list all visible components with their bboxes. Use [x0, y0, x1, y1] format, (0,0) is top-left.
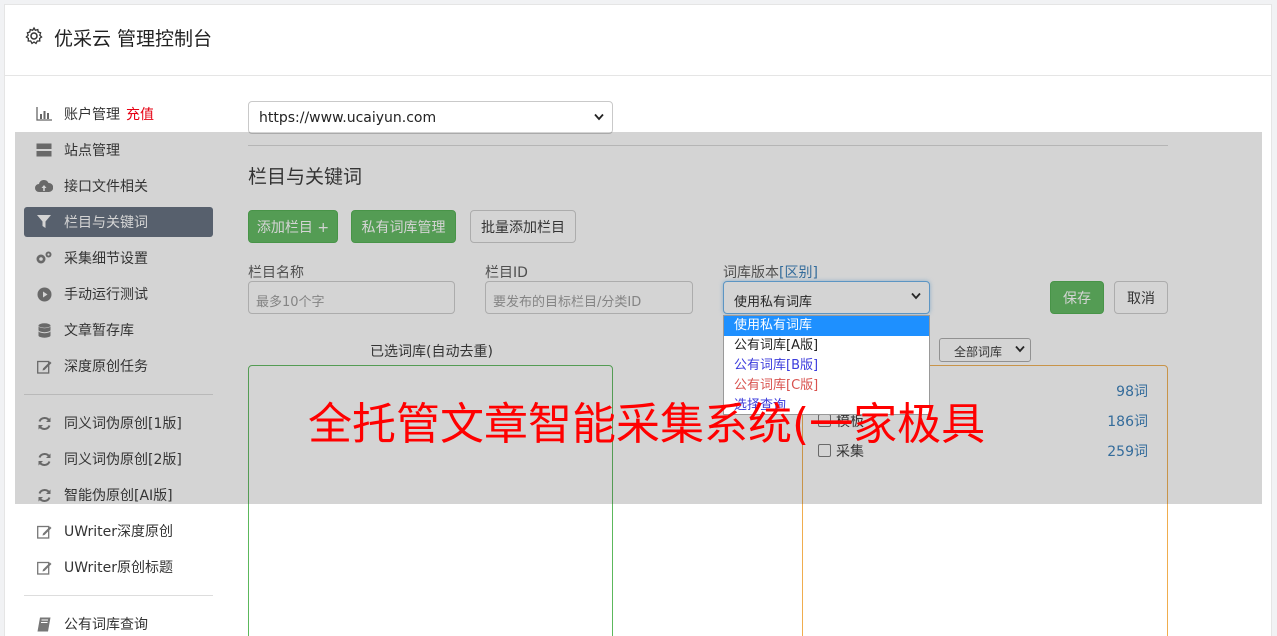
sidebar-item-label: 手动运行测试 [64, 287, 148, 303]
sidebar-item-deep-original[interactable]: 深度原创任务 [24, 351, 213, 381]
lib-version-select[interactable]: 使用私有词库 [723, 281, 930, 314]
section-divider [248, 145, 1168, 146]
edit-icon [35, 522, 53, 540]
sidebar-item-label: 栏目与关键词 [64, 215, 148, 231]
page-title: 优采云 管理控制台 [54, 28, 213, 50]
page-header: 优采云 管理控制台 [4, 4, 1272, 76]
sidebar-item-columns[interactable]: 栏目与关键词 [24, 207, 213, 237]
batch-add-button[interactable]: 批量添加栏目 [470, 210, 576, 243]
promo-banner-text: 全托管文章智能采集系统(一家极具 [308, 399, 986, 450]
column-id-input[interactable]: 要发布的目标栏目/分类ID [485, 281, 693, 314]
sidebar-item-public-lib[interactable]: 公有词库查询 [24, 609, 213, 636]
gear-icon [25, 26, 43, 45]
column-name-input[interactable]: 最多10个字 [248, 281, 455, 314]
refresh-icon [35, 450, 53, 468]
sidebar-item-synonym-v1[interactable]: 同义词伪原创[1版] [24, 408, 213, 438]
edit-icon [35, 558, 53, 576]
save-button[interactable]: 保存 [1050, 281, 1104, 314]
sidebar-item-sites[interactable]: 站点管理 [24, 135, 213, 165]
lib-version-label-text: 词库版本 [723, 265, 779, 281]
sidebar-item-label: 深度原创任务 [64, 359, 148, 375]
server-icon [35, 141, 53, 159]
refresh-icon [35, 486, 53, 504]
sidebar-item-crawl-settings[interactable]: 采集细节设置 [24, 243, 213, 273]
chevron-down-icon [1015, 345, 1025, 353]
refresh-icon [35, 414, 53, 432]
sidebar-item-article-store[interactable]: 文章暂存库 [24, 315, 213, 345]
sidebar-item-label: 文章暂存库 [64, 323, 134, 339]
lib-version-label: 词库版本[区别] [723, 262, 818, 282]
column-name-label: 栏目名称 [248, 265, 304, 281]
lib-version-value: 使用私有词库 [734, 295, 813, 310]
sidebar-item-uwriter-title[interactable]: UWriter原创标题 [24, 552, 213, 582]
sidebar-item-uwriter-deep[interactable]: UWriter深度原创 [24, 516, 213, 546]
sidebar-item-label: 账户管理 [64, 107, 120, 123]
sidebar-item-synonym-v2[interactable]: 同义词伪原创[2版] [24, 444, 213, 474]
sidebar-item-label: 站点管理 [64, 143, 120, 159]
sidebar-item-label: 同义词伪原创[1版] [64, 416, 182, 432]
cancel-button[interactable]: 取消 [1114, 281, 1168, 314]
sidebar-item-ai-rewrite[interactable]: 智能伪原创[AI版] [24, 480, 213, 510]
lib-filter-select[interactable]: 全部词库 [939, 338, 1031, 362]
cogs-icon [35, 249, 53, 267]
book-icon [35, 615, 53, 633]
database-icon [35, 321, 53, 339]
edit-icon [35, 357, 53, 375]
lib-count: 259词 [1107, 444, 1148, 460]
sidebar-item-label: UWriter原创标题 [64, 560, 173, 576]
selected-libs-title: 已选词库(自动去重) [370, 344, 493, 360]
sidebar-item-label: 公有词库查询 [64, 617, 148, 633]
cloud-upload-icon [35, 177, 53, 195]
sidebar-item-account[interactable]: 账户管理 充值 [24, 99, 213, 129]
lib-count: 186词 [1107, 414, 1148, 430]
add-column-button[interactable]: 添加栏目 + [248, 210, 338, 243]
lib-diff-link[interactable]: [区别] [779, 265, 818, 281]
sidebar-item-manual-run[interactable]: 手动运行测试 [24, 279, 213, 309]
sidebar-item-api-files[interactable]: 接口文件相关 [24, 171, 213, 201]
column-id-label: 栏目ID [485, 265, 528, 281]
section-title: 栏目与关键词 [248, 166, 363, 188]
bar-chart-icon [35, 105, 53, 123]
sidebar-item-label: 接口文件相关 [64, 179, 148, 195]
sidebar-divider [24, 394, 213, 395]
recharge-link[interactable]: 充值 [126, 104, 154, 124]
lib-filter-value: 全部词库 [954, 345, 1003, 359]
sidebar-item-label: 同义词伪原创[2版] [64, 452, 182, 468]
site-select-value: https://www.ucaiyun.com [259, 110, 437, 126]
sidebar-item-label: UWriter深度原创 [64, 524, 173, 540]
dropdown-option[interactable]: 公有词库[A版] [724, 336, 929, 356]
site-select[interactable]: https://www.ucaiyun.com [248, 101, 613, 134]
sidebar-item-label: 采集细节设置 [64, 251, 148, 267]
play-circle-icon [35, 285, 53, 303]
dropdown-option[interactable]: 公有词库[B版] [724, 356, 929, 376]
chevron-down-icon [594, 113, 604, 121]
private-lib-button[interactable]: 私有词库管理 [351, 210, 456, 243]
lib-count: 98词 [1116, 384, 1148, 400]
sidebar-item-label: 智能伪原创[AI版] [64, 488, 173, 504]
filter-icon [35, 213, 53, 231]
chevron-down-icon [911, 292, 921, 300]
sidebar-divider [24, 595, 213, 596]
dropdown-option[interactable]: 使用私有词库 [724, 316, 929, 336]
